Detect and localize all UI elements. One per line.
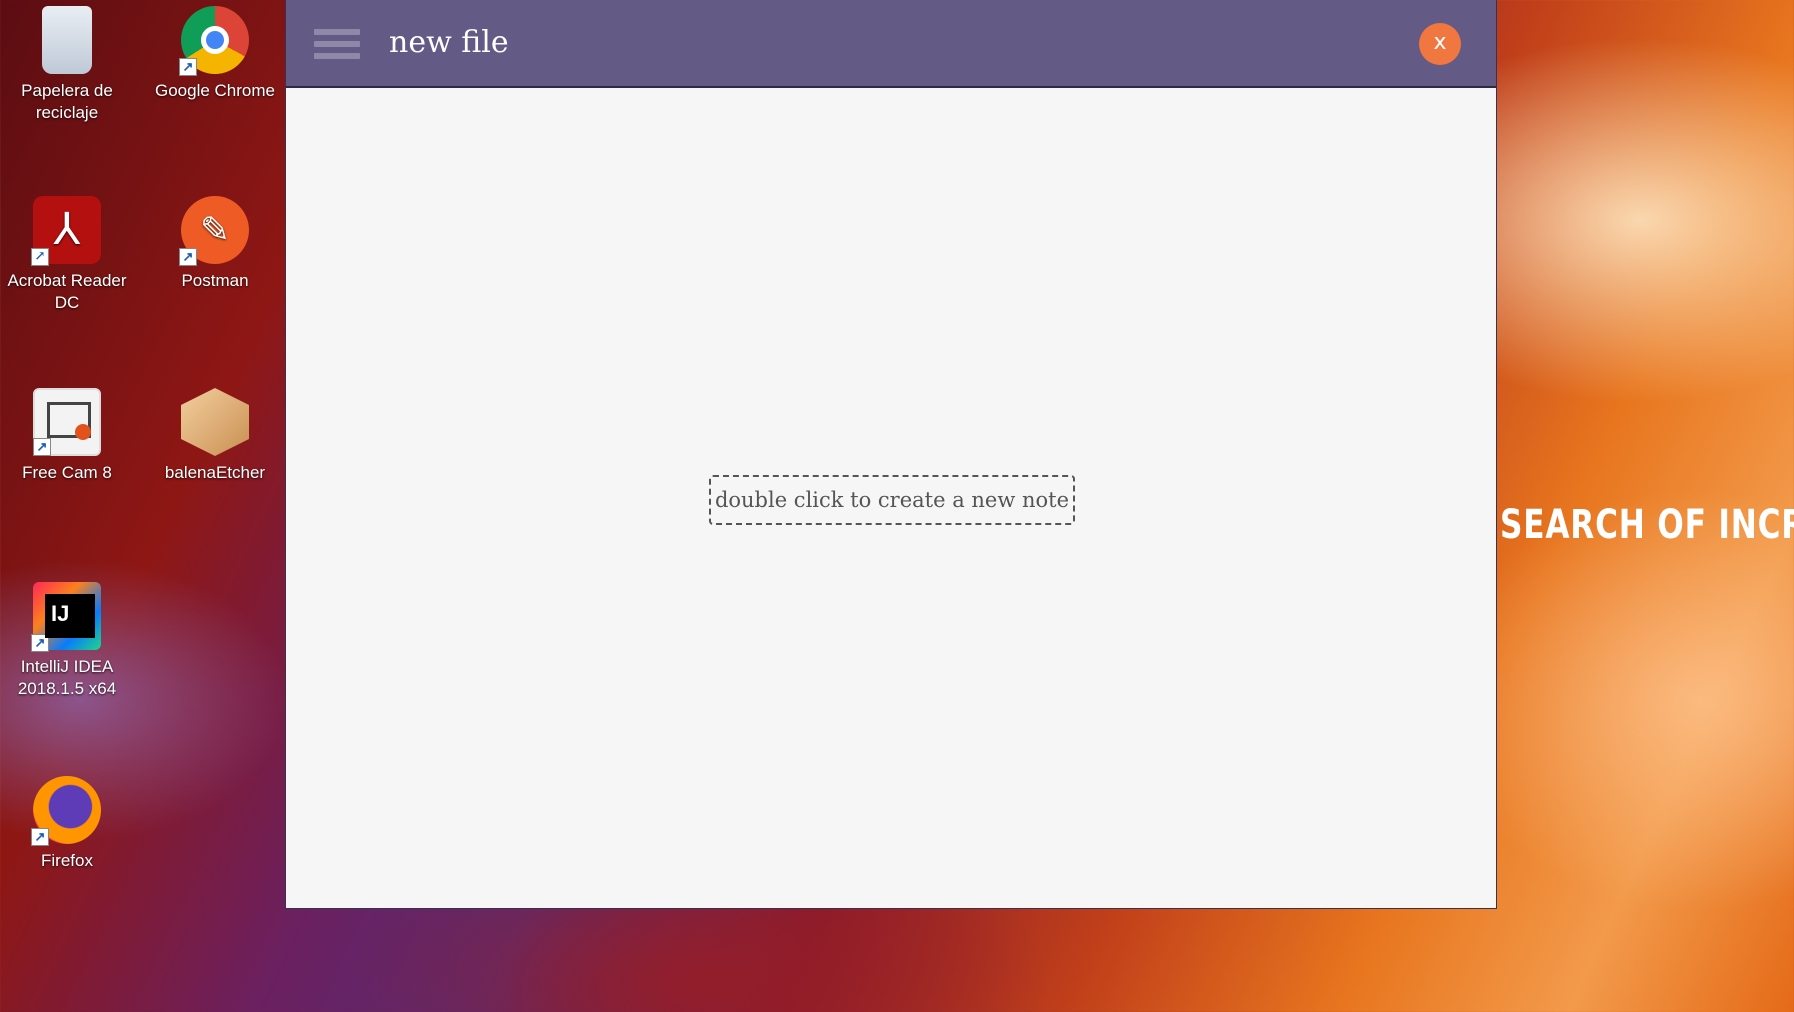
shortcut-arrow-icon: ↗ <box>31 828 49 846</box>
desktop-icon-google-chrome[interactable]: ↗ Google Chrome <box>145 6 285 102</box>
desktop-icon-label-line2: reciclaje <box>35 103 99 122</box>
desktop-icon-label: Free Cam 8 <box>22 463 112 482</box>
desktop-icon-balena-etcher[interactable]: balenaEtcher <box>145 388 285 484</box>
desktop-icon-label: IntelliJ IDEA <box>20 657 114 676</box>
intellij-icon: ↗ <box>31 582 101 652</box>
desktop-icon-label-line2: 2018.1.5 x64 <box>17 679 117 698</box>
shortcut-arrow-icon: ↗ <box>179 58 197 76</box>
menu-line <box>314 53 360 59</box>
file-title[interactable]: new file <box>389 20 509 66</box>
freecam-icon: ↗ <box>33 388 101 456</box>
desktop-icon-label: Postman <box>181 271 249 290</box>
recycle-bin-icon <box>42 6 92 74</box>
desktop-icon-label: Firefox <box>41 851 93 870</box>
shortcut-arrow-icon: ↗ <box>31 248 49 266</box>
menu-line <box>314 41 360 47</box>
firefox-icon: ↗ <box>31 776 101 846</box>
desktop-icon-label: Google Chrome <box>154 81 275 100</box>
desktop-icon-label: Acrobat Reader <box>7 271 127 290</box>
menu-line <box>314 29 360 35</box>
desktop-icon-recycle-bin[interactable]: Papelera de reciclaje <box>0 6 137 124</box>
notes-canvas[interactable]: double click to create a new note <box>286 90 1496 908</box>
notes-app-window: new file x double click to create a new … <box>286 0 1496 908</box>
acrobat-icon: ⅄ ↗ <box>31 196 101 266</box>
etcher-icon <box>181 388 249 456</box>
desktop-icon-label: Papelera de <box>21 81 113 100</box>
desktop-icon-intellij-idea[interactable]: ↗ IntelliJ IDEA 2018.1.5 x64 <box>0 582 137 700</box>
desktop-icon-postman[interactable]: ✎ ↗ Postman <box>145 196 285 292</box>
desktop-icon-label: balenaEtcher <box>164 463 266 482</box>
shortcut-arrow-icon: ↗ <box>31 634 49 652</box>
desktop-icon-acrobat-reader[interactable]: ⅄ ↗ Acrobat Reader DC <box>0 196 137 314</box>
hamburger-menu-icon[interactable] <box>314 27 360 61</box>
chrome-icon: ↗ <box>179 6 249 76</box>
desktop-icon-label-line2: DC <box>54 293 80 312</box>
close-button[interactable]: x <box>1419 23 1461 65</box>
shortcut-arrow-icon: ↗ <box>33 438 51 456</box>
titlebar: new file x <box>286 0 1496 88</box>
wallpaper-banner-text: SEARCH OF INCRED <box>1500 502 1794 548</box>
shortcut-arrow-icon: ↗ <box>179 248 197 266</box>
create-note-hint: double click to create a new note <box>709 475 1075 525</box>
postman-icon: ✎ ↗ <box>179 196 249 266</box>
desktop-icon-firefox[interactable]: ↗ Firefox <box>0 776 137 872</box>
desktop-icon-free-cam[interactable]: ↗ Free Cam 8 <box>0 388 137 484</box>
